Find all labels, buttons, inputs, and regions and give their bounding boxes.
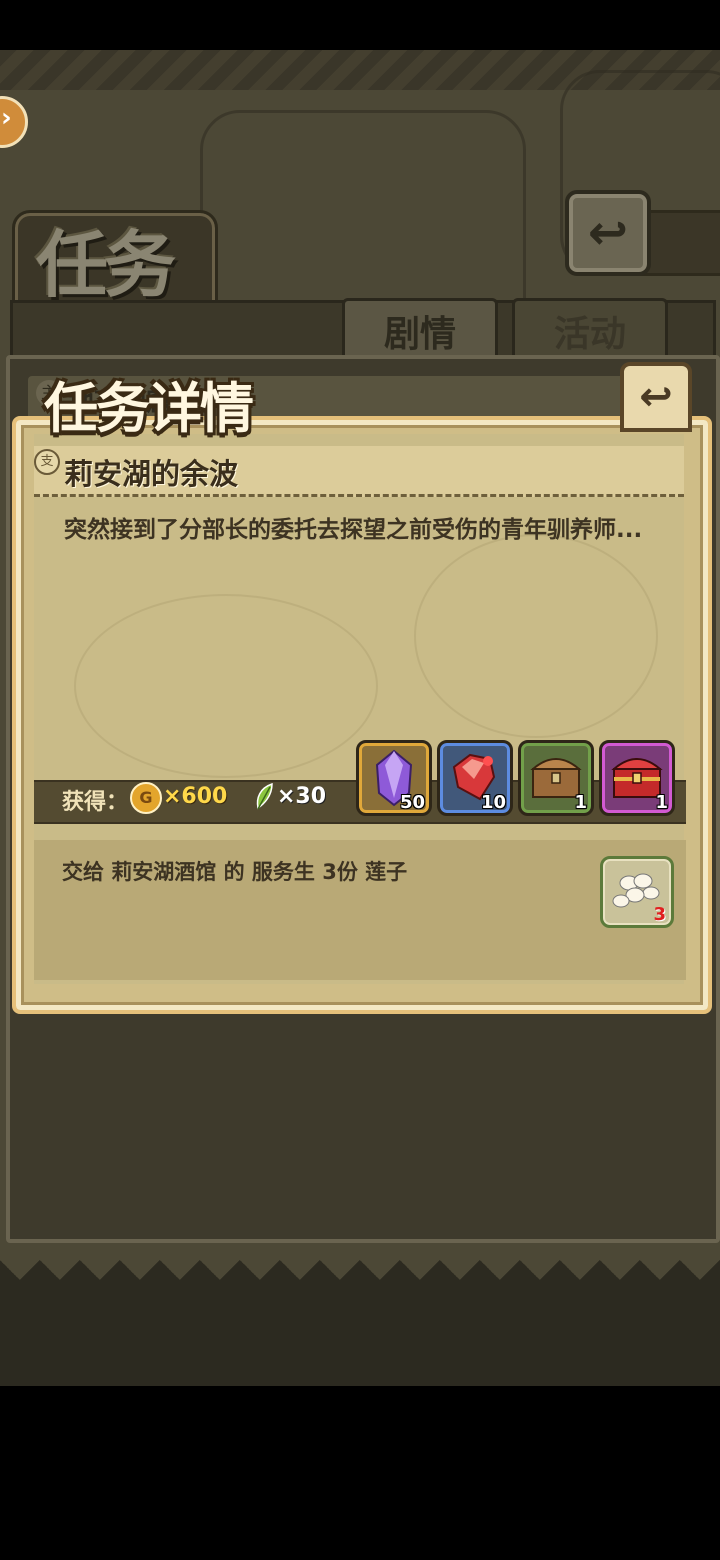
reward-label: 获得：: [62, 790, 129, 815]
quest-title: 莉安湖的余波: [64, 457, 239, 491]
item-count: 1: [574, 792, 587, 813]
dialog-title: 任务详情: [44, 376, 254, 440]
map-decoration: [414, 534, 658, 738]
expand-arrow-button[interactable]: ›: [0, 96, 28, 148]
page-title: 任务: [36, 222, 176, 307]
gold-amount: ×600: [163, 784, 228, 809]
return-arrow-icon: ↩: [639, 374, 673, 420]
bottom-base: [0, 1300, 720, 1386]
map-decoration: [74, 594, 378, 778]
item-count: 50: [399, 792, 425, 813]
gold-coin-icon: G: [130, 782, 162, 814]
feather-icon: [256, 782, 273, 810]
side-quest-icon: 支: [34, 449, 60, 475]
back-button[interactable]: ↩: [565, 190, 651, 276]
reward-slot[interactable]: 50: [356, 740, 432, 816]
item-count: 10: [480, 792, 506, 813]
delivery-item-slot[interactable]: 3: [600, 856, 674, 928]
bottom-border: [0, 1260, 720, 1300]
feather-amount: ×30: [277, 784, 327, 809]
delivery-requirement: 交给 莉安湖酒馆 的 服务生 3份 莲子: [62, 860, 408, 884]
dialog-close-button[interactable]: ↩: [620, 362, 692, 432]
return-arrow-icon: ↩: [587, 205, 629, 261]
quest-description: 突然接到了分部长的委托去探望之前受伤的青年驯养师...: [64, 517, 643, 543]
reward-slot[interactable]: 1: [518, 740, 594, 816]
back-rail: [640, 210, 720, 276]
item-count: 3: [653, 904, 666, 925]
arrow-right-icon: ›: [1, 103, 12, 133]
item-count: 1: [655, 792, 668, 813]
reward-slot[interactable]: 1: [599, 740, 675, 816]
reward-slot[interactable]: 10: [437, 740, 513, 816]
